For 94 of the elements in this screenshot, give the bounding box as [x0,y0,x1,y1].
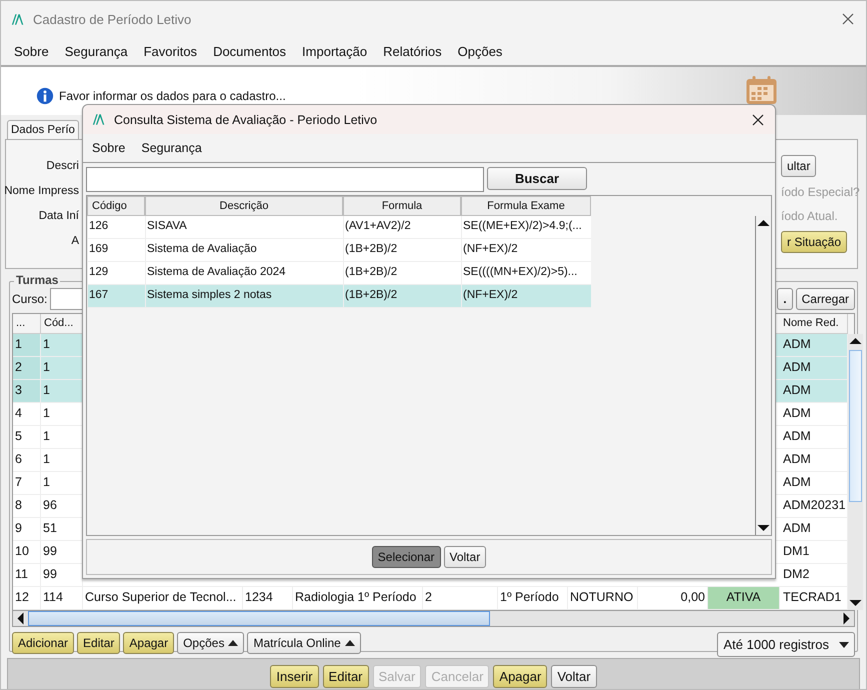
table-cell[interactable]: 3 [13,380,41,402]
table-cell[interactable]: 10 [13,541,41,563]
table-cell[interactable]: 11 [13,564,41,586]
situation-button[interactable]: r Situação [781,231,848,253]
action-button[interactable]: Adicionar [12,632,74,654]
action-button[interactable]: Voltar [551,664,597,688]
field-label: Nome Impress [4,184,79,198]
table-cell: (1B+2B)/2 [343,285,461,307]
table-cell: SE((ME+EX)/2)>4.9;(... [461,216,591,238]
table-cell[interactable]: 2 [13,357,41,379]
dialog-button[interactable]: Voltar [444,546,486,568]
close-icon[interactable] [752,114,764,126]
app-logo-icon [92,113,106,126]
menu-item[interactable]: Documentos [213,44,286,58]
table-cell: SISAVA [145,216,343,238]
menu-item[interactable]: Opções [458,44,502,58]
table-cell: (NF+EX)/2 [461,285,591,307]
vertical-scrollbar[interactable] [755,216,771,535]
status-cell: ATIVA [708,587,780,609]
horizontal-scrollbar[interactable] [13,610,854,626]
course-label: Curso: [12,292,48,306]
table-cell[interactable]: 5 [13,426,41,448]
table-cell: 169 [87,239,145,261]
limit-select[interactable]: Até 1000 registros [717,632,855,657]
menu-button[interactable]: Matrícula Online [247,632,361,654]
menu-item[interactable]: Importação [302,44,368,58]
column-header[interactable]: Código [87,196,145,216]
more-button[interactable]: . [777,288,793,310]
table-cell: Radiologia 1º Período [293,587,423,609]
window-title: Cadastro de Período Letivo [33,12,192,26]
table-cell: 114 [41,587,83,609]
caret-icon [228,640,238,646]
table-cell: Curso Superior de Tecnol... [83,587,243,609]
search-button[interactable]: Buscar [487,167,587,190]
table-cell: NOTURNO [568,587,638,609]
table-row[interactable]: 169 Sistema de Avaliação (1B+2B)/2 (NF+EX)/2 [87,239,591,262]
info-icon [36,87,54,105]
menu-item[interactable]: Sobre [92,141,126,155]
vertical-scrollbar[interactable] [848,334,863,610]
table-row[interactable]: 167 Sistema simples 2 notas (1B+2B)/2 (NF+EX)/2 [87,285,591,308]
table-cell: 167 [87,285,145,307]
table-row[interactable]: 126 SISAVA (AV1+AV2)/2 SE((ME+EX)/2)>4.9;(... [87,216,591,239]
menu-button[interactable]: Opções [177,632,244,654]
action-button[interactable]: Editar [322,664,369,688]
table-cell[interactable]: 9 [13,518,41,540]
table-cell: Sistema simples 2 notas [145,285,343,307]
table-cell[interactable]: 8 [13,495,41,517]
checkbox-label: íodo Atual. [781,208,839,225]
caret-icon [839,642,849,648]
table-cell[interactable]: 7 [13,472,41,494]
info-message: Favor informar os dados para o cadastro... [59,89,286,103]
column-header[interactable]: Descrição [145,196,343,216]
table-cell: (NF+EX)/2 [461,239,591,261]
menu-item[interactable]: Segurança [141,141,202,155]
table-cell: Sistema de Avaliação 2024 [145,262,343,284]
field-label: Descri [46,159,79,173]
column-header[interactable]: Formula [343,196,461,216]
caret-icon [344,640,355,646]
table-row[interactable]: 129 Sistema de Avaliação 2024 (1B+2B)/2 SE((((MN+EX)/2)>5)... [87,262,591,285]
table-cell: 1234 [243,587,293,609]
action-button[interactable]: Inserir [270,664,319,688]
field-label: Data Iní [38,209,79,223]
table-cell[interactable]: 12 [13,587,41,609]
table-cell: (AV1+AV2)/2 [343,216,461,238]
table-cell: 129 [87,262,145,284]
load-button[interactable]: Carregar [796,288,855,310]
consult-button[interactable]: ultar [781,155,816,177]
calendar-icon [745,75,778,105]
action-button[interactable]: Editar [77,632,120,654]
group-title: Turmas [14,273,60,287]
menu-item[interactable]: Segurança [64,44,128,58]
menu-item[interactable]: Relatórios [383,44,442,58]
table-cell: SE((((MN+EX)/2)>5)... [461,262,591,284]
table-cell: 1º Período [498,587,568,609]
action-button[interactable]: Apagar [493,664,548,688]
dialog-button[interactable]: Selecionar [372,546,440,568]
menu-item[interactable]: Sobre [14,44,49,58]
table-cell[interactable]: 1 [13,334,41,356]
column-header[interactable]: Formula Exame [461,196,591,216]
table-cell[interactable]: 4 [13,403,41,425]
menu-item[interactable]: Favoritos [144,44,198,58]
app-logo-icon [11,12,25,26]
search-field[interactable] [86,167,484,192]
table-cell: (1B+2B)/2 [343,239,461,261]
table-cell: 126 [87,216,145,238]
field-label: A [71,234,79,248]
tab[interactable]: Dados Perío [7,120,79,139]
action-button[interactable]: Apagar [123,632,174,654]
close-icon[interactable] [842,13,854,25]
table-cell[interactable]: 6 [13,449,41,471]
table-cell: 2 [423,587,498,609]
dialog-title: Consulta Sistema de Avaliação - Periodo Letivo [114,112,378,126]
table-cell: Sistema de Avaliação [145,239,343,261]
table-cell: (1B+2B)/2 [343,262,461,284]
